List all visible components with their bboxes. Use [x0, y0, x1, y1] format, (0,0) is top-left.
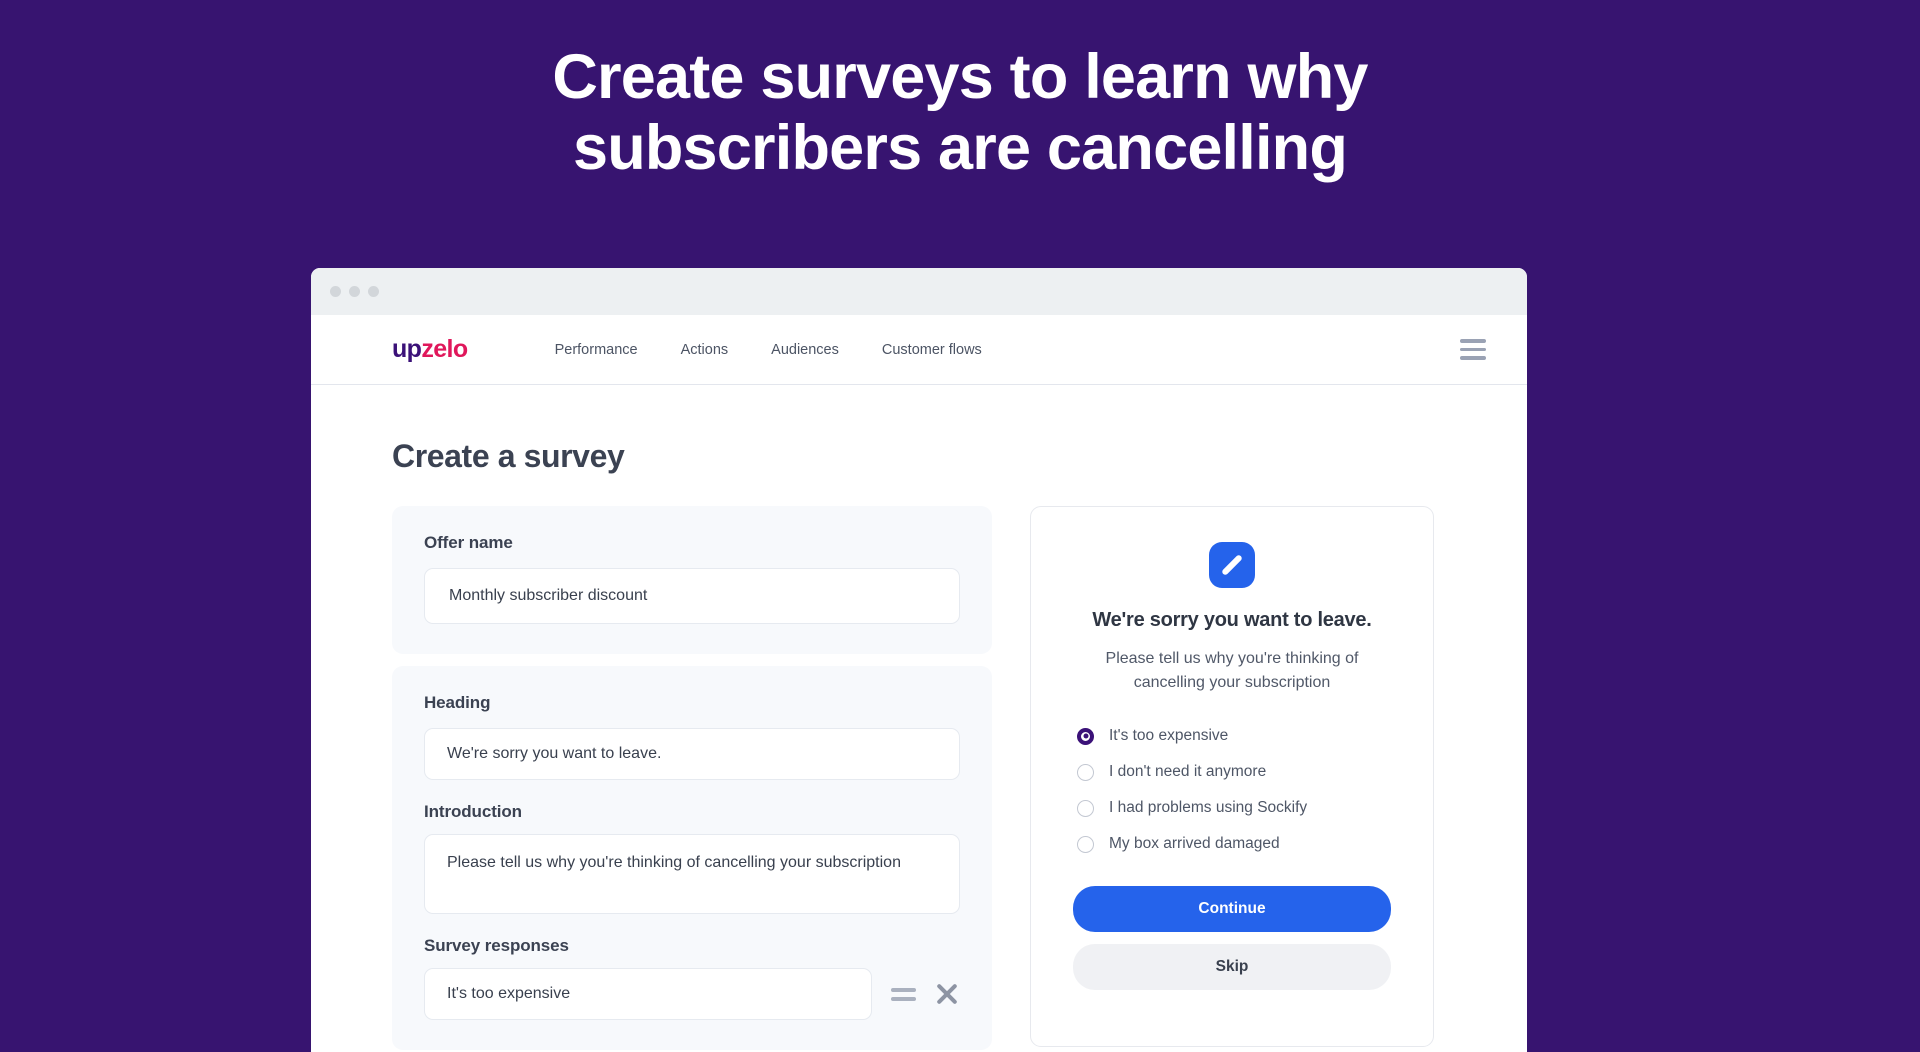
radio-button-icon[interactable]: [1077, 799, 1094, 817]
preview-option-label-3: My box arrived damaged: [1109, 835, 1280, 852]
browser-chrome-bar: [311, 268, 1527, 315]
radio-button-icon[interactable]: [1077, 835, 1094, 853]
close-x-icon[interactable]: [934, 981, 960, 1007]
survey-response-input[interactable]: It's too expensive: [424, 968, 872, 1020]
upzelo-logo[interactable]: upzelo: [392, 335, 468, 364]
preview-option-0[interactable]: It's too expensive: [1073, 718, 1391, 754]
introduction-label: Introduction: [424, 802, 522, 821]
hamburger-bar-3: [1460, 356, 1486, 360]
survey-responses-label: Survey responses: [424, 936, 569, 955]
offer-name-card: Offer name Monthly subscriber discount: [392, 506, 992, 654]
preview-heading: We're sorry you want to leave.: [1092, 609, 1372, 631]
nav-links: Performance Actions Audiences Customer f…: [555, 342, 982, 358]
content-columns: Offer name Monthly subscriber discount H…: [392, 506, 1527, 1052]
continue-button[interactable]: Continue: [1073, 886, 1391, 932]
nav-link-actions[interactable]: Actions: [681, 342, 729, 358]
skip-button[interactable]: Skip: [1073, 944, 1391, 990]
preview-option-1[interactable]: I don't need it anymore: [1073, 754, 1391, 790]
drag-bar-2: [890, 996, 916, 1001]
introduction-textarea[interactable]: Please tell us why you're thinking of ca…: [424, 834, 960, 914]
hamburger-bar-1: [1460, 339, 1486, 343]
preview-option-2[interactable]: I had problems using Sockify: [1073, 790, 1391, 826]
survey-content-card: Heading We're sorry you want to leave. I…: [392, 666, 992, 1050]
logo-text-zelo: zelo: [421, 335, 468, 363]
preview-option-label-0: It's too expensive: [1109, 727, 1229, 744]
drag-bar-1: [890, 987, 916, 992]
window-dot-maximize-icon[interactable]: [368, 286, 379, 297]
page-title: Create a survey: [392, 438, 625, 474]
pencil-stroke: [1221, 554, 1243, 576]
nav-link-performance[interactable]: Performance: [555, 342, 638, 358]
survey-form-column: Offer name Monthly subscriber discount H…: [392, 506, 992, 1052]
browser-window-mockup: upzelo Performance Actions Audiences Cus…: [311, 268, 1527, 1052]
app-navigation-bar: upzelo Performance Actions Audiences Cus…: [311, 315, 1527, 385]
drag-handle-icon[interactable]: [890, 987, 916, 1001]
preview-option-label-1: I don't need it anymore: [1109, 763, 1267, 780]
heading-input[interactable]: We're sorry you want to leave.: [424, 728, 960, 780]
page-content: Create a survey Offer name Monthly subsc…: [311, 385, 1527, 1052]
hero-section: Create surveys to learn why subscribers …: [0, 0, 1920, 183]
radio-button-selected-icon[interactable]: [1077, 727, 1094, 745]
offer-name-input[interactable]: Monthly subscriber discount: [424, 568, 960, 624]
window-dot-minimize-icon[interactable]: [349, 286, 360, 297]
survey-response-row: It's too expensive: [424, 968, 960, 1020]
offer-name-label: Offer name: [424, 533, 513, 552]
nav-link-customer-flows[interactable]: Customer flows: [882, 342, 982, 358]
hamburger-menu-icon[interactable]: [1456, 335, 1490, 364]
pencil-edit-icon: [1209, 542, 1255, 588]
preview-intro: Please tell us why you're thinking of ca…: [1105, 650, 1359, 691]
hamburger-bar-2: [1460, 347, 1486, 352]
preview-option-label-2: I had problems using Sockify: [1109, 799, 1308, 816]
window-dot-close-icon[interactable]: [330, 286, 341, 297]
heading-label: Heading: [424, 693, 491, 712]
hero-headline: Create surveys to learn why subscribers …: [552, 42, 1368, 183]
logo-text-up: up: [392, 335, 422, 363]
radio-button-icon[interactable]: [1077, 763, 1094, 781]
preview-options-list: It's too expensive I don't need it anymo…: [1073, 718, 1391, 862]
nav-link-audiences[interactable]: Audiences: [771, 342, 839, 358]
survey-preview-panel: We're sorry you want to leave. Please te…: [1030, 506, 1434, 1047]
preview-option-3[interactable]: My box arrived damaged: [1073, 826, 1391, 862]
